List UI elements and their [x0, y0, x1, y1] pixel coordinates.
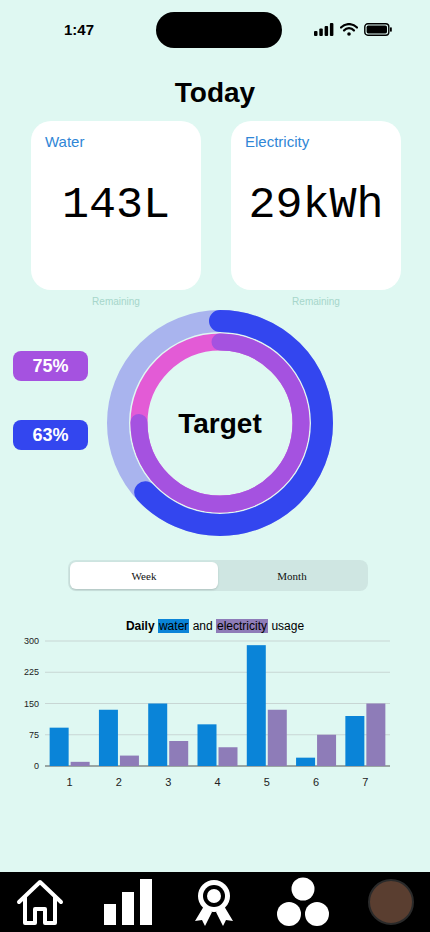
svg-text:150: 150 [24, 699, 39, 709]
svg-text:1: 1 [67, 776, 73, 788]
svg-text:225: 225 [24, 667, 39, 677]
svg-text:300: 300 [24, 636, 39, 646]
stats-button[interactable] [103, 878, 153, 926]
y-tick: 225 [24, 667, 390, 677]
electricity-bar[interactable] [71, 762, 90, 766]
card-note: Remaining [292, 295, 340, 308]
electricity-bar[interactable] [169, 741, 188, 766]
summary-card-column: Electricity 29kWh Remaining [231, 121, 401, 308]
svg-text:75: 75 [29, 730, 39, 740]
x-category: 6 [296, 735, 336, 788]
target-ring-chart: Target [105, 308, 335, 538]
x-category: 3 [148, 704, 188, 789]
status-time: 1:47 [64, 21, 124, 38]
usage-screen: 1:47 Today Water 143L Remaining Electricity 29… [0, 0, 430, 932]
profile-button[interactable] [368, 879, 414, 925]
svg-text:7: 7 [362, 776, 368, 788]
home-icon [16, 878, 64, 926]
range-toggle: WeekMonth [68, 560, 368, 591]
summary-cards: Water 143L Remaining Electricity 29kWh Remain… [0, 121, 430, 308]
battery-icon [364, 23, 392, 36]
target-ring [139, 342, 301, 504]
svg-text:4: 4 [214, 776, 220, 788]
status-icons [314, 23, 392, 36]
award-icon [191, 878, 237, 926]
x-category: 4 [198, 724, 238, 788]
water-bar[interactable] [198, 724, 217, 766]
summary-card[interactable]: Water 143L [31, 121, 201, 290]
electricity-bar[interactable] [120, 756, 139, 766]
x-category: 5 [247, 645, 287, 788]
chart-title: Daily water and electricity usage [0, 618, 430, 634]
water-bar[interactable] [247, 645, 266, 766]
target-label: Target [178, 408, 262, 439]
bar-chart-icon [103, 878, 153, 926]
target-section: 75% 63% Target [0, 308, 430, 538]
circles-icon [276, 877, 330, 927]
signal-icon [314, 23, 334, 36]
page-title: Today [0, 77, 430, 109]
card-value: 143L [45, 179, 187, 233]
target-badges: 75% 63% [13, 308, 88, 538]
water-bar[interactable] [50, 728, 69, 766]
usage-bar-chart: 0 75 150 225 300 1 2 3 4 5 6 7 [0, 634, 430, 794]
range-tab[interactable]: Month [218, 562, 366, 589]
y-tick: 300 [24, 636, 390, 646]
electricity-bar[interactable] [219, 747, 238, 766]
percent-badge: 63% [13, 420, 88, 450]
dynamic-island [156, 12, 282, 48]
usage-chart: Daily water and electricity usage0751502… [0, 618, 430, 794]
svg-text:0: 0 [34, 761, 39, 771]
bottom-nav [0, 872, 430, 932]
legend-water: water [158, 619, 189, 633]
svg-text:6: 6 [313, 776, 319, 788]
home-button[interactable] [16, 878, 64, 926]
wifi-icon [340, 23, 358, 36]
summary-card-column: Water 143L Remaining [31, 121, 201, 308]
electricity-bar[interactable] [317, 735, 336, 766]
status-bar: 1:47 [0, 0, 430, 59]
summary-card[interactable]: Electricity 29kWh [231, 121, 401, 290]
electricity-bar[interactable] [268, 710, 287, 766]
water-bar[interactable] [296, 758, 315, 766]
avatar-photo [368, 879, 414, 925]
range-tab[interactable]: Week [70, 562, 218, 589]
svg-text:2: 2 [116, 776, 122, 788]
x-category: 1 [50, 728, 90, 788]
water-bar[interactable] [148, 704, 167, 767]
water-bar[interactable] [99, 710, 118, 766]
svg-text:5: 5 [264, 776, 270, 788]
awards-button[interactable] [191, 878, 237, 926]
water-bar[interactable] [345, 716, 364, 766]
svg-text:3: 3 [165, 776, 171, 788]
electricity-bar[interactable] [366, 704, 385, 767]
community-button[interactable] [276, 877, 330, 927]
card-value: 29kWh [245, 179, 387, 233]
card-note: Remaining [92, 295, 140, 308]
y-tick: 150 [24, 699, 390, 709]
percent-badge: 75% [13, 351, 88, 381]
target-ring [118, 321, 322, 525]
x-category: 2 [99, 710, 139, 788]
card-label: Water [45, 133, 187, 151]
legend-electricity: electricity [216, 619, 268, 633]
x-category: 7 [345, 704, 385, 789]
card-label: Electricity [245, 133, 387, 151]
